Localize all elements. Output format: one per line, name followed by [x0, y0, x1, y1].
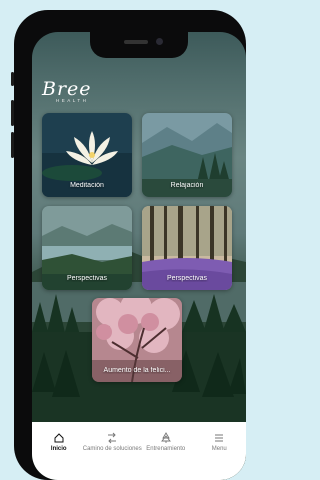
tree-icon: [160, 432, 171, 443]
phone-frame: Bree HEALTH Meditación Relajación Perspe…: [11, 10, 246, 480]
card-label: Relajación: [170, 182, 204, 189]
tab-training[interactable]: Entrenamiento: [140, 432, 192, 452]
volume-up-button: [11, 100, 14, 126]
tab-home[interactable]: Inicio: [33, 432, 85, 452]
card-label: Perspectivas: [66, 275, 108, 282]
tab-label: Menu: [211, 446, 227, 452]
card-perspectives-1[interactable]: Perspectivas: [42, 206, 132, 290]
card-relaxation[interactable]: Relajación: [142, 113, 232, 197]
tab-label: Entrenamiento: [146, 446, 186, 452]
brand-name: Bree: [42, 78, 92, 100]
tab-solutions-path[interactable]: Camino de soluciones: [83, 432, 142, 452]
path-icon: [108, 432, 117, 444]
tab-label: Inicio: [50, 446, 67, 452]
mute-switch: [11, 72, 14, 86]
volume-down-button: [11, 132, 14, 158]
tab-menu[interactable]: Menu: [193, 432, 245, 452]
home-icon: [54, 433, 64, 443]
front-camera: [156, 38, 163, 45]
bottom-tab-bar: Inicio Camino de soluciones Entrenamient…: [32, 422, 246, 480]
notch: [90, 32, 188, 58]
tab-label: Camino de soluciones: [82, 446, 142, 452]
card-label: Aumento de la felici...: [103, 367, 171, 374]
card-label: Meditación: [70, 182, 104, 189]
brand-subtitle: HEALTH: [56, 98, 89, 103]
card-happiness[interactable]: Aumento de la felici...: [92, 298, 182, 382]
speaker: [124, 40, 148, 44]
card-perspectives-2[interactable]: Perspectivas: [142, 206, 232, 290]
app-screen: Bree HEALTH Meditación Relajación Perspe…: [32, 32, 246, 480]
card-meditation[interactable]: Meditación: [42, 113, 132, 197]
card-label: Perspectivas: [166, 275, 208, 282]
brand-logo: Bree HEALTH: [42, 78, 92, 103]
menu-icon: [215, 434, 224, 442]
